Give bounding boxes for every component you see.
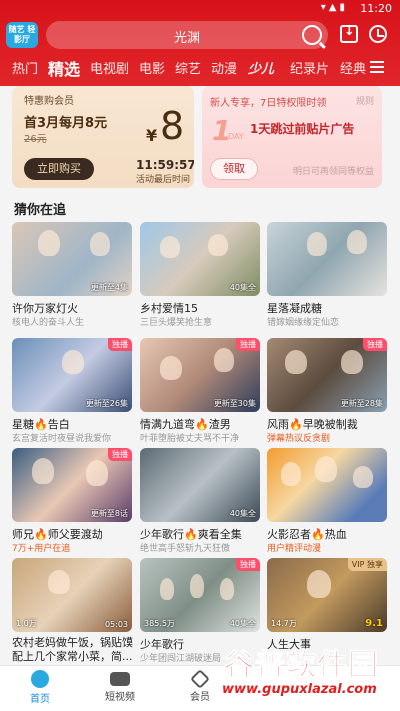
diamond-icon xyxy=(190,669,210,689)
video-thumbnail: 更新至4集 xyxy=(12,222,132,296)
promo-countdown: 11:59:57 xyxy=(136,158,194,172)
video-title: 少年歌行🔥爽看全集 xyxy=(140,528,242,541)
video-title: 师兄🔥师父要渡劫 xyxy=(12,528,103,541)
tab-hot[interactable]: 热门 xyxy=(12,58,38,77)
watermark-text: 谷普软件园 xyxy=(224,648,379,684)
video-thumbnail: VIP 独享 14.7万 9.1 xyxy=(267,558,387,632)
rating-label: 9.1 xyxy=(365,618,383,629)
nav-short-video[interactable]: 短视频 xyxy=(90,670,150,703)
video-title: 许你万家灯火 xyxy=(12,302,78,315)
nav-home[interactable]: 首页 xyxy=(10,670,70,705)
video-thumbnail: 独播 385.5万 40集全 xyxy=(140,558,260,632)
day-number: 1 xyxy=(212,114,232,147)
nav-label: 短视频 xyxy=(105,692,135,703)
video-title: 星糖🔥告白 xyxy=(12,418,70,431)
exclusive-badge: 独播 xyxy=(108,338,132,351)
promo-price: 8 xyxy=(160,104,185,148)
episode-label: 40集全 xyxy=(229,283,256,292)
app-logo[interactable]: 随艺 轻影厅 xyxy=(6,22,38,48)
video-thumbnail: 独播 更新至30集 xyxy=(140,338,260,412)
promo-title: 首3月每月8元 xyxy=(24,116,108,131)
video-title: 风雨🔥早晚被制裁 xyxy=(267,418,358,431)
video-thumbnail: 1.0万 05:03 xyxy=(12,558,132,632)
exclusive-badge: 独播 xyxy=(108,448,132,461)
video-title: 乡村爱情15 xyxy=(140,302,198,315)
tab-featured[interactable]: 精选 xyxy=(48,56,80,80)
status-time: 11:20 xyxy=(360,2,392,15)
video-subtitle: 用户精评动漫 xyxy=(267,544,322,554)
history-icon[interactable] xyxy=(369,25,387,43)
video-subtitle: 玄宫复活时夜昼说我爱你 xyxy=(12,434,112,444)
site-watermark: 谷普软件园 www.gupuxlazal.com xyxy=(216,640,400,710)
tab-classic[interactable]: 经典 xyxy=(340,58,366,77)
play-count: 385.5万 xyxy=(144,619,175,628)
countdown-label: 活动最后时间 xyxy=(136,175,191,185)
newbie-tag: 新人专享，7日特权限时领 xyxy=(210,98,327,109)
video-thumbnail xyxy=(267,222,387,296)
video-subtitle: 叶菲堕胎被丈夫骂不干净 xyxy=(140,434,240,444)
video-thumbnail: 40集全 xyxy=(140,222,260,296)
download-icon[interactable] xyxy=(340,24,358,43)
nav-label: 首页 xyxy=(30,694,50,705)
rule-link[interactable]: 规则 xyxy=(356,94,374,107)
video-icon xyxy=(110,672,130,686)
video-thumbnail xyxy=(267,448,387,522)
tab-kids[interactable]: 少儿 xyxy=(248,58,274,77)
episode-label: 更新至30集 xyxy=(213,399,256,408)
video-title: 农村老妈做午饭，锅贴馍配上几个家常小菜，简... xyxy=(12,636,133,663)
episode-label: 40集全 xyxy=(229,619,256,628)
exclusive-badge: 独播 xyxy=(363,338,387,351)
watermark-url: www.gupuxlazal.com xyxy=(222,682,377,697)
section-title: 猜你在追 xyxy=(14,203,67,218)
tab-movie[interactable]: 电影 xyxy=(139,58,165,77)
claim-button[interactable]: 领取 xyxy=(210,158,258,180)
video-subtitle: 错嫁姻缘缘定仙恋 xyxy=(267,318,340,328)
episode-label: 更新至8话 xyxy=(90,509,128,518)
promo-tag: 特惠购会员 xyxy=(24,96,74,107)
vip-badge: VIP 独享 xyxy=(347,558,387,571)
duration-label: 05:03 xyxy=(104,620,128,629)
exclusive-badge: 独播 xyxy=(236,558,260,571)
video-thumbnail: 独播 更新至8话 xyxy=(12,448,132,522)
home-icon xyxy=(31,670,49,688)
vip-promo-card[interactable]: 特惠购会员 首3月每月8元 26元 ¥ 8 立即购买 11:59:57 活动最后… xyxy=(12,86,194,188)
promo-old-price: 26元 xyxy=(24,134,47,145)
category-tabs: 热门 精选 电视剧 电影 综艺 动漫 少儿 纪录片 经典 xyxy=(0,56,400,80)
menu-icon[interactable] xyxy=(370,61,384,73)
status-bar: ▾▲▮ 11:20 xyxy=(0,0,400,16)
video-subtitle: 弹幕热议反贪剧 xyxy=(267,434,331,444)
search-bar[interactable]: 光渊 xyxy=(46,21,328,49)
app-header: ▾▲▮ 11:20 随艺 轻影厅 光渊 热门 精选 电视剧 电影 综艺 动漫 少… xyxy=(0,0,400,86)
episode-label: 更新至4集 xyxy=(90,283,128,292)
episode-label: 更新至28集 xyxy=(340,399,383,408)
tab-variety[interactable]: 综艺 xyxy=(175,58,201,77)
video-title: 星落凝成糖 xyxy=(267,302,322,315)
search-icon[interactable] xyxy=(302,25,322,45)
video-thumbnail: 40集全 xyxy=(140,448,260,522)
tab-anime[interactable]: 动漫 xyxy=(211,58,237,77)
video-title: 火影忍者🔥热血 xyxy=(267,528,347,541)
newbie-promo-card[interactable]: 新人专享，7日特权限时领 规则 1 DAY 1天跳过前贴片广告 领取 明日可再领… xyxy=(202,86,382,188)
video-subtitle: 绝世高手怒斩九天狂傲 xyxy=(140,544,231,554)
video-thumbnail: 独播 更新至28集 xyxy=(267,338,387,412)
video-subtitle: 核电人的奋斗人生 xyxy=(12,318,85,328)
buy-now-button[interactable]: 立即购买 xyxy=(24,158,94,180)
episode-label: 40集全 xyxy=(229,509,256,518)
video-subtitle: 三巨头爆笑抢生意 xyxy=(140,318,213,328)
video-subtitle: 7万+用户在追 xyxy=(12,544,71,554)
promo-price-symbol: ¥ xyxy=(146,126,158,145)
tab-documentary[interactable]: 纪录片 xyxy=(290,58,329,77)
signal-battery-icon: ▾▲▮ xyxy=(320,2,348,13)
exclusive-badge: 独播 xyxy=(236,338,260,351)
video-thumbnail: 独播 更新至26集 xyxy=(12,338,132,412)
play-count: 14.7万 xyxy=(271,619,297,628)
play-count: 1.0万 xyxy=(16,619,37,628)
newbie-title: 1天跳过前贴片广告 xyxy=(250,122,355,136)
video-title: 情满九道弯🔥渣男 xyxy=(140,418,231,431)
episode-label: 更新至26集 xyxy=(85,399,128,408)
search-hint: 光渊 xyxy=(173,31,200,46)
newbie-note: 明日可再领同等权益 xyxy=(292,167,374,177)
tab-tv[interactable]: 电视剧 xyxy=(90,58,129,77)
day-unit: DAY xyxy=(228,132,244,141)
